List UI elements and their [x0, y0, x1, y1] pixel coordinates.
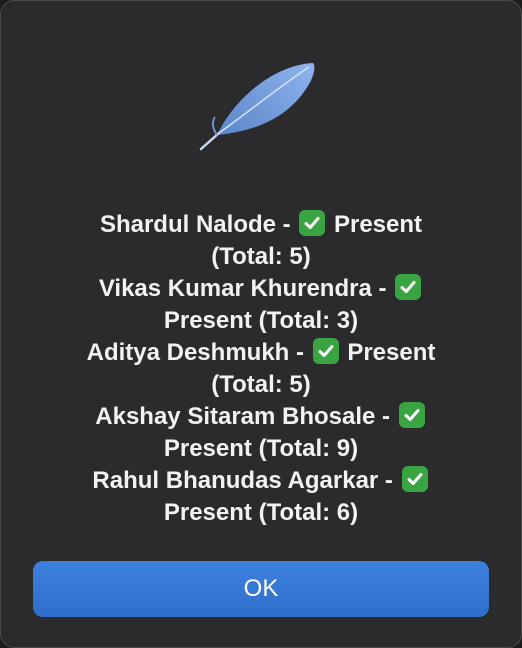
attendance-entry: Akshay Sitaram Bhosale - Present (Total:…	[21, 401, 501, 465]
check-mark-icon	[312, 338, 339, 364]
check-mark-icon	[401, 466, 428, 492]
entry-status: Present	[163, 307, 252, 334]
entry-status: Present	[347, 339, 436, 366]
attendance-message: Shardul Nalode - Present (Total: 5) Vika…	[21, 209, 501, 529]
attendance-entry: Aditya Deshmukh - Present (Total: 5)	[21, 337, 501, 401]
entry-name: Shardul Nalode	[99, 211, 276, 238]
entry-separator: -	[371, 275, 394, 302]
check-mark-icon	[299, 210, 326, 236]
entry-status: Present	[163, 435, 252, 462]
entry-total: (Total: 3)	[258, 307, 359, 334]
entry-total: (Total: 6)	[258, 499, 359, 526]
feather-icon	[195, 57, 325, 157]
attendance-entry: Rahul Bhanudas Agarkar - Present (Total:…	[21, 465, 501, 529]
entry-separator: -	[375, 403, 397, 430]
alert-dialog: Shardul Nalode - Present (Total: 5) Vika…	[0, 0, 522, 648]
entry-separator: -	[378, 467, 400, 494]
entry-name: Rahul Bhanudas Agarkar	[92, 467, 379, 494]
entry-name: Aditya Deshmukh	[86, 339, 290, 366]
entry-name: Akshay Sitaram Bhosale	[95, 403, 376, 430]
check-mark-icon	[395, 274, 422, 300]
check-mark-icon	[398, 402, 425, 428]
entry-status: Present	[333, 211, 423, 238]
attendance-entry: Shardul Nalode - Present (Total: 5)	[21, 209, 501, 273]
entry-status: Present	[163, 499, 252, 526]
entry-name: Vikas Kumar Khurendra	[98, 275, 372, 302]
entry-separator: -	[275, 211, 298, 238]
attendance-entry: Vikas Kumar Khurendra - Present (Total: …	[21, 273, 501, 337]
entry-total: (Total: 9)	[258, 435, 359, 462]
entry-total: (Total: 5)	[211, 243, 311, 270]
ok-button[interactable]: OK	[33, 561, 489, 617]
entry-total: (Total: 5)	[211, 371, 311, 398]
entry-separator: -	[289, 339, 311, 366]
